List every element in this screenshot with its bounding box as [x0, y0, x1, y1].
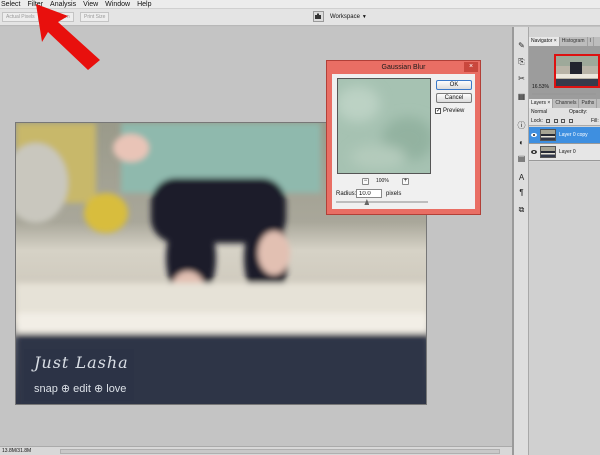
preview-checkbox[interactable]: ✓ — [435, 108, 441, 114]
fill-label: Fill: — [591, 118, 599, 124]
layer-row-copy[interactable]: Layer 0 copy — [529, 127, 600, 144]
paragraph-icon[interactable]: ¶ — [516, 187, 527, 198]
styles-icon[interactable]: ▤ — [516, 153, 527, 164]
layer-thumbnail — [540, 129, 556, 141]
tab-paths[interactable]: Paths — [579, 99, 598, 108]
watermark: Just Lasha snap ⊕ edit ⊕ love — [24, 349, 134, 401]
info-icon[interactable]: ⓘ — [516, 120, 527, 131]
layer-name: Layer 0 copy — [559, 132, 588, 138]
tab-layers[interactable]: Layers × — [529, 99, 554, 108]
panel-icon-strip: ✎ ⎘ ✂ ▦ ⓘ ◐ ▤ A ¶ ⧉ — [514, 27, 529, 455]
layer-thumbnail — [540, 146, 556, 158]
lock-image-icon[interactable] — [553, 118, 558, 123]
tab-histogram[interactable]: Histogram — [560, 37, 588, 46]
menu-select[interactable]: Select — [0, 0, 24, 9]
close-icon[interactable]: × — [464, 62, 478, 72]
eye-icon[interactable] — [531, 132, 537, 138]
preview-zoom: 100% — [376, 178, 389, 184]
horizontal-scrollbar[interactable] — [60, 449, 500, 454]
radius-input[interactable] — [356, 189, 382, 198]
panel-dock: Navigator × Histogram I 16.53% Layers × … — [529, 27, 600, 455]
blend-mode-select[interactable]: Normal — [531, 109, 547, 115]
adjustments-icon[interactable]: ◐ — [516, 137, 527, 148]
radius-unit: pixels — [386, 191, 402, 197]
eye-icon[interactable] — [531, 149, 537, 155]
opacity-label: Opacity: — [569, 109, 588, 115]
navigator-zoom-slider[interactable] — [532, 93, 596, 95]
cancel-button[interactable]: Cancel — [436, 93, 472, 103]
histogram-icon[interactable]: ▦ — [516, 91, 527, 102]
menu-help[interactable]: Help — [134, 0, 155, 9]
tool-presets-icon[interactable]: ✂ — [516, 73, 527, 84]
radius-slider[interactable] — [336, 201, 428, 203]
lock-label: Lock: — [531, 118, 543, 124]
navigator-zoom[interactable]: 16.53% — [532, 84, 549, 91]
zoom-out-button[interactable]: − — [362, 178, 369, 185]
tab-navigator[interactable]: Navigator × — [529, 37, 560, 46]
radius-label: Radius: — [336, 191, 357, 197]
dialog-body: − 100% + OK Cancel ✓ Preview Radius: pix… — [332, 74, 475, 209]
dialog-title[interactable]: Gaussian Blur — [327, 61, 480, 74]
preview-image — [338, 79, 430, 173]
lock-row: Lock: Fill: — [529, 117, 600, 126]
gaussian-blur-dialog: Gaussian Blur × − 100% + OK Cancel ✓ Pre… — [326, 60, 481, 215]
workspace-label: Workspace — [330, 14, 360, 20]
layer-comps-icon[interactable]: ⧉ — [516, 204, 527, 215]
navigator-tabs: Navigator × Histogram I — [529, 37, 600, 46]
workspace-button[interactable]: Workspace ▼ — [330, 12, 367, 22]
watermark-tagline: snap ⊕ edit ⊕ love — [34, 383, 127, 395]
zoom-in-button[interactable]: + — [402, 178, 409, 185]
menu-window[interactable]: Window — [102, 0, 134, 9]
red-arrow-icon — [36, 4, 100, 70]
lock-transparency-icon[interactable] — [546, 118, 551, 123]
ok-button[interactable]: OK — [436, 80, 472, 90]
navigator-thumbnail — [556, 56, 598, 86]
preview-label: Preview — [443, 108, 465, 114]
layers-tabs: Layers × Channels Paths — [529, 99, 600, 108]
brush-preset-icon[interactable]: ✎ — [516, 40, 527, 51]
chevron-down-icon: ▼ — [361, 14, 367, 20]
clone-source-icon[interactable]: ⎘ — [516, 56, 527, 67]
lock-all-icon[interactable] — [568, 118, 573, 123]
navigator-preview[interactable] — [554, 54, 600, 88]
layers-list-empty — [529, 162, 600, 455]
preview-checkbox-row[interactable]: ✓ Preview — [435, 107, 464, 115]
doc-size-readout: 13.8M/31.8M — [2, 448, 32, 454]
layer-name: Layer 0 — [559, 149, 576, 155]
workspace-icon[interactable] — [313, 11, 324, 22]
tab-info[interactable]: I — [588, 37, 594, 46]
status-bar: 13.8M/31.8M — [0, 446, 512, 455]
layers-options-row: Normal Opacity: — [529, 108, 600, 117]
character-icon[interactable]: A — [516, 172, 527, 183]
layer-row-base[interactable]: Layer 0 — [529, 144, 600, 161]
tab-channels[interactable]: Channels — [553, 99, 580, 108]
filter-preview[interactable] — [337, 78, 431, 174]
watermark-signature: Just Lasha — [34, 353, 129, 372]
lock-position-icon[interactable] — [561, 118, 566, 123]
